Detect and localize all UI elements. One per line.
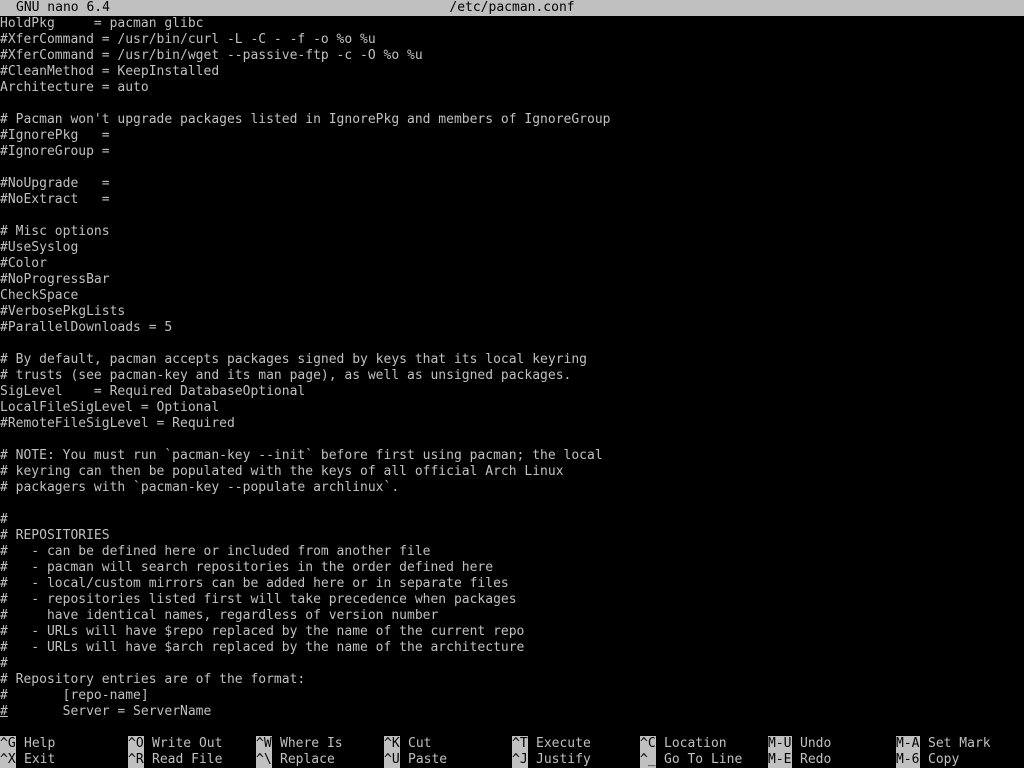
shortcut-label: Exit	[24, 752, 56, 767]
editor-line[interactable]: #IgnoreGroup =	[0, 144, 1024, 160]
editor-line[interactable]: #UseSyslog	[0, 240, 1024, 256]
editor-line[interactable]: #XferCommand = /usr/bin/curl -L -C - -f …	[0, 32, 1024, 48]
editor-line[interactable]: #IgnorePkg =	[0, 128, 1024, 144]
file-name: /etc/pacman.conf	[449, 0, 575, 15]
shortcut-key: ^R	[128, 752, 144, 768]
shortcut-key: ^X	[0, 752, 16, 768]
shortcut-key: ^T	[512, 736, 528, 752]
editor-line[interactable]: # Misc options	[0, 224, 1024, 240]
editor-line[interactable]: #NoProgressBar	[0, 272, 1024, 288]
shortcut-key: ^\	[256, 752, 272, 768]
editor-line[interactable]: # Server = ServerName	[0, 704, 1024, 720]
editor-line[interactable]: # - URLs will have $arch replaced by the…	[0, 640, 1024, 656]
shortcut-location[interactable]: ^C Location	[640, 736, 727, 752]
shortcut-label: Where Is	[280, 736, 343, 751]
shortcut-key: ^G	[0, 736, 16, 752]
shortcut-key: M-E	[768, 752, 792, 768]
editor-line[interactable]: # [repo-name]	[0, 688, 1024, 704]
editor-line[interactable]: # - repositories listed first will take …	[0, 592, 1024, 608]
shortcut-key: ^O	[128, 736, 144, 752]
editor-line[interactable]	[0, 336, 1024, 352]
shortcut-label: Replace	[280, 752, 335, 767]
editor-line[interactable]: #	[0, 512, 1024, 528]
editor-line[interactable]: # Pacman won't upgrade packages listed i…	[0, 112, 1024, 128]
shortcut-cut[interactable]: ^K Cut	[384, 736, 431, 752]
shortcut-key: ^K	[384, 736, 400, 752]
editor-line[interactable]: #	[0, 656, 1024, 672]
editor-line[interactable]: Architecture = auto	[0, 80, 1024, 96]
shortcut-label: Justify	[536, 752, 591, 767]
editor-line[interactable]: CheckSpace	[0, 288, 1024, 304]
shortcut-label: Copy	[928, 752, 960, 767]
editor-line[interactable]: # Repository entries are of the format:	[0, 672, 1024, 688]
editor-line[interactable]: # - pacman will search repositories in t…	[0, 560, 1024, 576]
editor-line[interactable]: # trusts (see pacman-key and its man pag…	[0, 368, 1024, 384]
shortcut-label: Redo	[800, 752, 832, 767]
shortcut-bar: ^G Help ^X Exit ^O Write Out ^R Read File ^W Wher…	[0, 736, 1024, 768]
shortcut-write-out[interactable]: ^O Write Out	[128, 736, 222, 752]
editor-line[interactable]	[0, 96, 1024, 112]
shortcut-help[interactable]: ^G Help	[0, 736, 55, 752]
shortcut-label: Help	[24, 736, 56, 751]
editor-line[interactable]: # REPOSITORIES	[0, 528, 1024, 544]
shortcut-label: Go To Line	[664, 752, 743, 767]
shortcut-undo[interactable]: M-U Undo	[768, 736, 831, 752]
shortcut-key: M-U	[768, 736, 792, 752]
shortcut-label: Set Mark	[928, 736, 991, 751]
editor-line[interactable]: #ParallelDownloads = 5	[0, 320, 1024, 336]
shortcut-redo[interactable]: M-E Redo	[768, 752, 831, 768]
shortcut-label: Read File	[152, 752, 223, 767]
shortcut-key: ^W	[256, 736, 272, 752]
editor-line[interactable]: #NoUpgrade =	[0, 176, 1024, 192]
shortcut-exit[interactable]: ^X Exit	[0, 752, 55, 768]
editor-line[interactable]	[0, 496, 1024, 512]
editor-line[interactable]: #CleanMethod = KeepInstalled	[0, 64, 1024, 80]
shortcut-key: M-6	[896, 752, 920, 768]
editor-line[interactable]: # have identical names, regardless of ve…	[0, 608, 1024, 624]
editor-line[interactable]: # - can be defined here or included from…	[0, 544, 1024, 560]
shortcut-label: Write Out	[152, 736, 223, 751]
shortcut-paste[interactable]: ^U Paste	[384, 752, 447, 768]
shortcut-key: M-A	[896, 736, 920, 752]
shortcut-replace[interactable]: ^\ Replace	[256, 752, 335, 768]
editor-line[interactable]: # - URLs will have $repo replaced by the…	[0, 624, 1024, 640]
shortcut-key: ^_	[640, 752, 656, 768]
editor-line[interactable]	[0, 160, 1024, 176]
shortcut-set-mark[interactable]: M-A Set Mark	[896, 736, 991, 752]
shortcut-execute[interactable]: ^T Execute	[512, 736, 591, 752]
editor-line[interactable]: #XferCommand = /usr/bin/wget --passive-f…	[0, 48, 1024, 64]
editor-line[interactable]: # - local/custom mirrors can be added he…	[0, 576, 1024, 592]
text-cursor: #	[0, 704, 8, 719]
shortcut-label: Location	[664, 736, 727, 751]
shortcut-key: ^C	[640, 736, 656, 752]
editor-line[interactable]: HoldPkg = pacman glibc	[0, 16, 1024, 32]
editor-line[interactable]	[0, 208, 1024, 224]
editor-line[interactable]: LocalFileSigLevel = Optional	[0, 400, 1024, 416]
editor-line[interactable]	[0, 432, 1024, 448]
editor-line[interactable]: # By default, pacman accepts packages si…	[0, 352, 1024, 368]
shortcut-key: ^J	[512, 752, 528, 768]
shortcut-read-file[interactable]: ^R Read File	[128, 752, 222, 768]
shortcut-label: Undo	[800, 736, 832, 751]
shortcut-where-is[interactable]: ^W Where Is	[256, 736, 343, 752]
editor-line[interactable]: # packagers with `pacman-key --populate …	[0, 480, 1024, 496]
shortcut-key: ^U	[384, 752, 400, 768]
title-bar: GNU nano 6.4 /etc/pacman.conf	[0, 0, 1024, 16]
shortcut-copy[interactable]: M-6 Copy	[896, 752, 959, 768]
editor-line[interactable]: # NOTE: You must run `pacman-key --init`…	[0, 448, 1024, 464]
shortcut-go-to-line[interactable]: ^_ Go To Line	[640, 752, 742, 768]
shortcut-justify[interactable]: ^J Justify	[512, 752, 591, 768]
editor-line[interactable]: #VerbosePkgLists	[0, 304, 1024, 320]
editor-text-area[interactable]: HoldPkg = pacman glibc #XferCommand = /us…	[0, 16, 1024, 720]
shortcut-label: Execute	[536, 736, 591, 751]
editor-line[interactable]: #RemoteFileSigLevel = Required	[0, 416, 1024, 432]
editor-line[interactable]: SigLevel = Required DatabaseOptional	[0, 384, 1024, 400]
shortcut-label: Paste	[408, 752, 448, 767]
editor-line[interactable]: #NoExtract =	[0, 192, 1024, 208]
shortcut-label: Cut	[408, 736, 432, 751]
editor-line[interactable]: # keyring can then be populated with the…	[0, 464, 1024, 480]
editor-line[interactable]: #Color	[0, 256, 1024, 272]
